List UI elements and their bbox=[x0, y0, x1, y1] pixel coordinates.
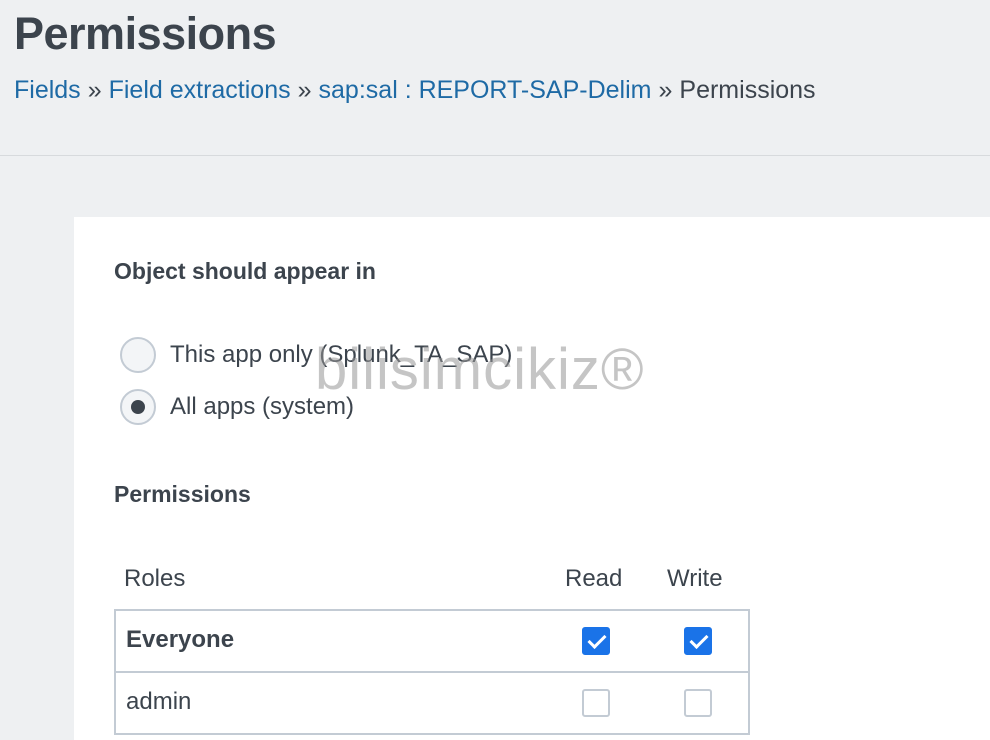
write-checkbox-admin[interactable] bbox=[684, 689, 712, 717]
permissions-table: Everyone admin bbox=[114, 609, 750, 735]
role-name-everyone: Everyone bbox=[126, 626, 235, 653]
permissions-panel: Object should appear in This app only (S… bbox=[74, 217, 990, 740]
role-name-admin: admin bbox=[126, 688, 192, 715]
breadcrumb-separator: » bbox=[658, 76, 673, 104]
radio-option-this-app[interactable]: This app only (Splunk_TA_SAP) bbox=[120, 337, 512, 373]
table-row: admin bbox=[116, 673, 748, 735]
breadcrumb-fields-link[interactable]: Fields bbox=[14, 76, 81, 104]
write-checkbox-everyone[interactable] bbox=[684, 627, 712, 655]
read-checkbox-admin[interactable] bbox=[582, 689, 610, 717]
radio-button-this-app[interactable] bbox=[120, 337, 156, 373]
breadcrumb-separator: » bbox=[87, 76, 102, 104]
radio-label-all-apps: All apps (system) bbox=[170, 393, 355, 420]
table-row: Everyone bbox=[116, 611, 748, 673]
read-column-header: Read bbox=[565, 565, 623, 592]
page-title: Permissions bbox=[14, 8, 277, 59]
object-appear-heading: Object should appear in bbox=[114, 258, 376, 284]
radio-option-all-apps[interactable]: All apps (system) bbox=[120, 389, 354, 425]
page-header: Permissions Fields» Field extractions» sap… bbox=[0, 0, 990, 156]
breadcrumb-extraction-link[interactable]: sap:sal : REPORT-SAP-Delim bbox=[319, 76, 652, 104]
radio-button-all-apps[interactable] bbox=[120, 389, 156, 425]
radio-label-this-app: This app only (Splunk_TA_SAP) bbox=[170, 341, 513, 368]
write-column-header: Write bbox=[667, 565, 723, 592]
breadcrumb-field-extractions-link[interactable]: Field extractions bbox=[109, 76, 291, 104]
breadcrumb: Fields» Field extractions» sap:sal : REPOR… bbox=[14, 76, 816, 105]
permissions-heading: Permissions bbox=[114, 481, 251, 507]
breadcrumb-separator: » bbox=[297, 76, 312, 104]
read-checkbox-everyone[interactable] bbox=[582, 627, 610, 655]
breadcrumb-current: Permissions bbox=[679, 76, 816, 104]
roles-column-header: Roles bbox=[124, 565, 186, 592]
